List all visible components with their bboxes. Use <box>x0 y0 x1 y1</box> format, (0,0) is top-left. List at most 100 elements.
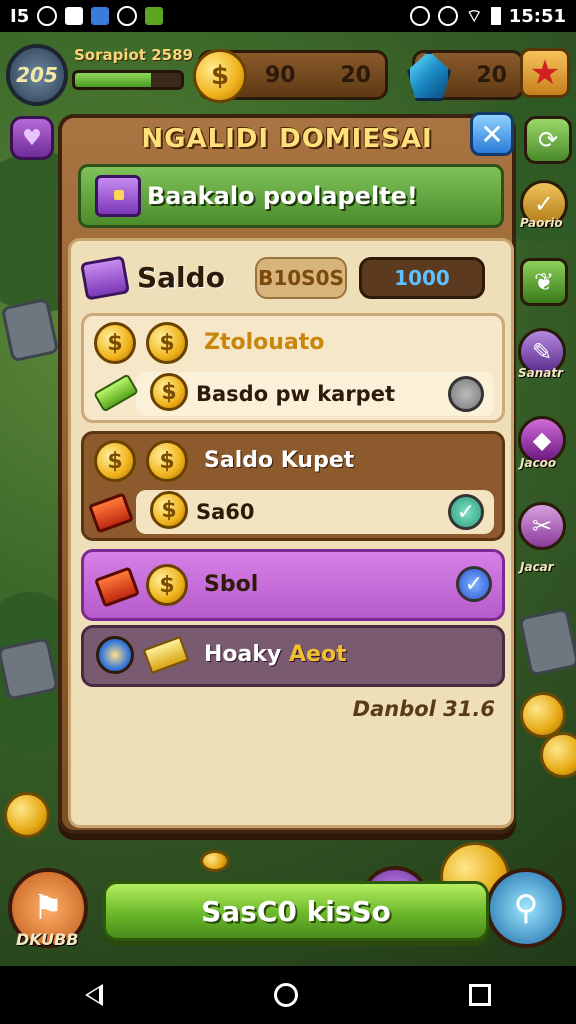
leaf-icon: ❦ <box>533 268 555 296</box>
summary-text: Danbol 31.6 <box>352 697 495 721</box>
red-box-icon <box>88 492 134 534</box>
circle-icon <box>37 6 58 26</box>
status-time: 15:51 <box>508 5 566 27</box>
checkmark-icon: ✓ <box>464 571 484 597</box>
xp-progress-fill <box>75 73 152 87</box>
option-title-4-wrap: Hoaky Aeot <box>204 642 347 667</box>
wifi-icon: ⌔ <box>465 5 483 27</box>
coin-icon: $ <box>193 49 247 103</box>
option-card-3[interactable]: $ Sbol ✓ <box>81 549 505 621</box>
coin-icon: $ <box>146 564 188 606</box>
xp-label: Sorapiot 2589 <box>74 46 193 64</box>
coin-counter[interactable]: $ 90 20 <box>193 49 388 103</box>
dialog-title: NGALIDI DOMIESAI <box>141 124 433 154</box>
check-app-icon <box>91 7 110 25</box>
close-button[interactable]: ✕ <box>470 112 514 156</box>
option-card-4[interactable]: Hoaky Aeot <box>81 625 505 687</box>
search-icon: ⚲ <box>513 888 539 928</box>
coin-icon: $ <box>146 322 188 364</box>
option-sub-1: $ Basdo pw karpet <box>93 372 494 416</box>
balance-pill-b: 1000 <box>359 257 485 299</box>
balance-label: Saldo <box>137 261 225 294</box>
side-button-2[interactable]: ❦ <box>520 258 568 306</box>
top-hud: 205 Sorapiot 2589 $ 90 20 20 ★ <box>0 38 576 108</box>
status-bar: I5 ⌔ 15:51 <box>0 0 576 32</box>
heart-icon: ♥ <box>22 125 42 151</box>
star-icon: ★ <box>529 53 561 93</box>
checkmark-icon: ✓ <box>456 499 476 525</box>
option-sub-text-2: Sa60 <box>196 500 255 524</box>
option-title-2: Saldo Kupet <box>204 448 355 473</box>
check-icon: ✓ <box>533 190 555 218</box>
side-label-2: Sanatr <box>518 366 564 380</box>
option-title-3: Sbol <box>204 572 259 597</box>
gold-bar-icon <box>142 635 190 675</box>
xp-progress-bar <box>72 70 184 90</box>
refresh-button[interactable]: ⟳ <box>524 116 572 164</box>
coin-value-b: 20 <box>340 62 371 88</box>
option-sub-2: $ Sa60 ✓ <box>88 490 494 534</box>
purchase-dialog: NGALIDI DOMIESAI ✕ Baakalo poolapelte! S… <box>58 112 516 941</box>
clock-icon <box>437 6 458 26</box>
background-coin <box>200 850 230 872</box>
green-gem-icon <box>93 373 139 413</box>
gem-icon: ◆ <box>532 426 552 454</box>
coin-icon: $ <box>150 491 188 529</box>
background-coin <box>540 732 576 778</box>
coin-icon: $ <box>146 440 188 482</box>
coin-icon: $ <box>94 440 136 482</box>
background-coin <box>4 792 50 838</box>
side-button-5[interactable]: ✂ <box>518 502 566 550</box>
back-icon[interactable] <box>85 984 104 1006</box>
system-nav-bar <box>0 966 576 1024</box>
sword-icon: ✂ <box>531 512 553 540</box>
coin-icon: $ <box>94 322 136 364</box>
gem-icon <box>407 51 451 101</box>
level-badge[interactable]: 205 <box>6 44 68 106</box>
radio-checked[interactable]: ✓ <box>448 494 484 530</box>
option-title-4-accent: Aeot <box>289 642 347 667</box>
radio-checked[interactable]: ✓ <box>456 566 492 602</box>
globe-icon <box>117 6 138 26</box>
side-label-3: Jacoo <box>520 456 557 470</box>
game-scene: 205 Sorapiot 2589 $ 90 20 20 ★ ♥ ⟳ ✓ Pao… <box>0 32 576 966</box>
coin-value-a: 90 <box>265 62 296 88</box>
gem-value: 20 <box>476 62 507 88</box>
rock <box>518 607 576 677</box>
radio-unchecked[interactable] <box>448 376 484 412</box>
promo-banner: Baakalo poolapelte! <box>78 164 504 228</box>
star-button[interactable]: ★ <box>520 48 570 98</box>
red-gem-icon <box>94 566 140 608</box>
side-label-1: Paorio <box>520 216 563 230</box>
level-number: 205 <box>16 63 58 87</box>
balance-row: Saldo B10S0S 1000 <box>80 255 503 303</box>
coin-icon: $ <box>150 373 188 411</box>
recents-icon[interactable] <box>468 984 491 1006</box>
status-left-text: I5 <box>10 5 30 27</box>
home-icon[interactable] <box>273 983 298 1007</box>
app-icon <box>145 7 164 25</box>
option-sub-text-1: Basdo pw karpet <box>196 382 395 406</box>
alarm-icon <box>409 6 430 26</box>
option-card-1[interactable]: $ $ Ztolouato $ Basdo pw karpet <box>81 313 505 423</box>
options-panel: Saldo B10S0S 1000 $ $ Ztolouato $ Basdo … <box>68 238 514 941</box>
banner-text: Baakalo poolapelte! <box>147 182 418 210</box>
option-title-4: Hoaky <box>204 642 282 667</box>
battery-icon <box>490 7 501 25</box>
close-icon: ✕ <box>480 117 504 151</box>
option-title-1: Ztolouato <box>204 330 325 355</box>
refresh-icon: ⟳ <box>537 126 559 154</box>
option-card-2[interactable]: $ $ Saldo Kupet $ Sa60 ✓ <box>81 431 505 541</box>
flag-icon: ⚑ <box>32 888 64 928</box>
compass-icon <box>96 636 134 674</box>
heart-button[interactable]: ♥ <box>10 116 54 160</box>
search-button[interactable]: ⚲ <box>486 868 566 948</box>
wrench-icon: ✎ <box>531 338 553 366</box>
background-coin <box>520 692 566 738</box>
image-icon <box>65 7 84 25</box>
gem-counter[interactable]: 20 <box>407 50 524 101</box>
chest-icon <box>95 175 141 217</box>
balance-pill-a: B10S0S <box>255 257 347 299</box>
bottom-left-label: DKUBB <box>16 930 79 949</box>
confirm-button[interactable]: SasC0 kisSo <box>103 881 489 941</box>
